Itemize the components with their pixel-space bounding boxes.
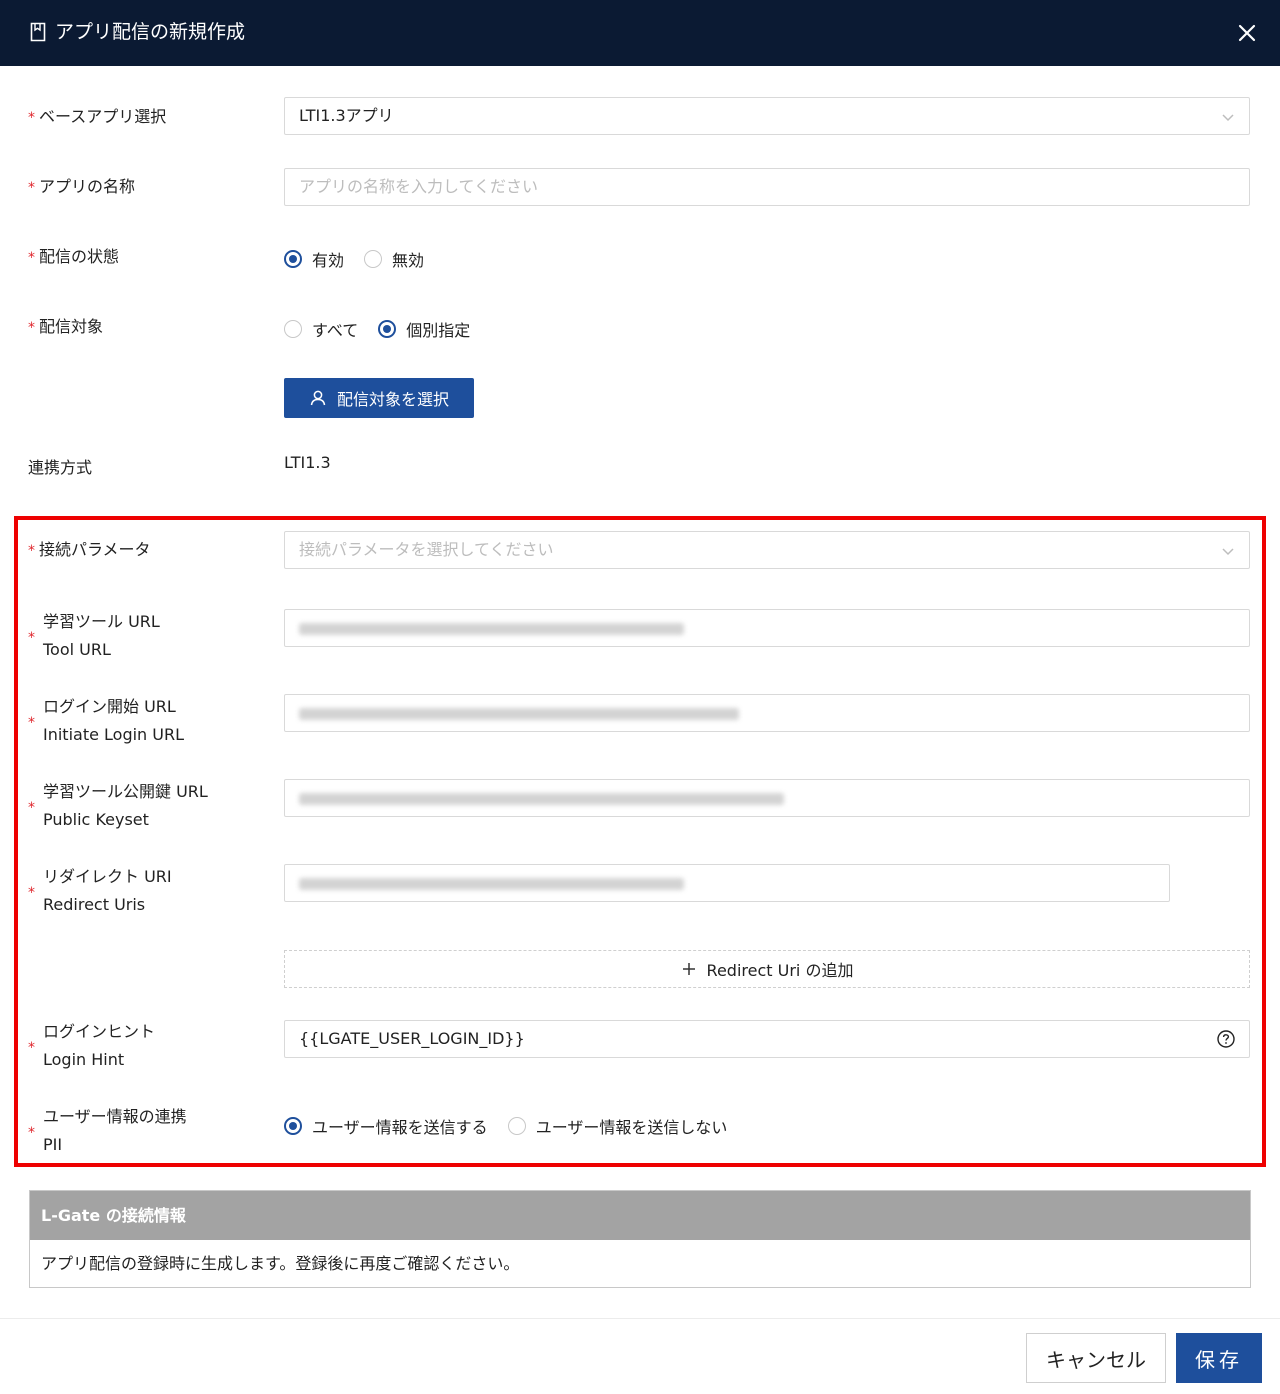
select-target-button[interactable]: 配信対象を選択: [284, 378, 474, 418]
pii-label-ja: ユーザー情報の連携: [43, 1107, 187, 1126]
tool-url-input[interactable]: [284, 609, 1250, 647]
base-app-label: * ベースアプリ選択: [28, 107, 167, 126]
redacted-value: [299, 878, 684, 890]
redacted-value: [299, 708, 739, 720]
radio-unchecked-icon: [507, 1117, 526, 1135]
close-icon[interactable]: [1234, 20, 1260, 46]
tool-url-label-en: Tool URL: [43, 640, 111, 659]
cancel-button[interactable]: キャンセル: [1026, 1333, 1166, 1383]
status-radio-disabled[interactable]: 無効: [364, 247, 424, 271]
add-redirect-uri-button[interactable]: Redirect Uri の追加: [284, 950, 1250, 988]
login-url-label-en: Initiate Login URL: [43, 725, 185, 744]
connection-info-panel: L-Gate の接続情報 アプリ配信の登録時に生成します。登録後に再度ご確認くだ…: [29, 1190, 1251, 1288]
login-url-input[interactable]: [284, 694, 1250, 732]
dialog-header: アプリ配信の新規作成: [0, 0, 1280, 66]
keyset-label-en: Public Keyset: [43, 810, 149, 829]
required-mark: *: [28, 630, 35, 646]
chevron-down-icon: [1222, 548, 1234, 556]
link-method-value: LTI1.3: [284, 453, 331, 472]
login-hint-label-en: Login Hint: [43, 1050, 125, 1069]
app-name-placeholder: アプリの名称を入力してください: [299, 177, 539, 196]
login-hint-input[interactable]: {{LGATE_USER_LOGIN_ID}}: [284, 1020, 1250, 1058]
document-icon: [30, 22, 46, 42]
tool-url-label-ja: 学習ツール URL: [43, 612, 160, 631]
redacted-value: [299, 793, 784, 805]
conn-param-select[interactable]: 接続パラメータを選択してください: [284, 531, 1250, 569]
required-mark: *: [28, 885, 35, 901]
target-label: * 配信対象: [28, 317, 104, 336]
redirect-label-ja: リダイレクト URI: [43, 867, 172, 886]
connection-info-title: L-Gate の接続情報: [30, 1191, 1250, 1240]
pii-label-en: PII: [43, 1135, 63, 1154]
login-url-label-ja: ログイン開始 URL: [43, 697, 176, 716]
pii-radio-no-send[interactable]: ユーザー情報を送信しない: [507, 1114, 727, 1138]
app-name-input[interactable]: アプリの名称を入力してください: [284, 168, 1250, 206]
status-radio-group: 有効 無効: [284, 247, 444, 271]
required-mark: *: [28, 800, 35, 816]
login-hint-value: {{LGATE_USER_LOGIN_ID}}: [299, 1029, 525, 1048]
base-app-select[interactable]: LTI1.3アプリ: [284, 97, 1250, 135]
status-radio-enabled[interactable]: 有効: [284, 247, 344, 271]
base-app-value: LTI1.3アプリ: [299, 106, 394, 125]
chevron-down-icon: [1222, 114, 1234, 122]
save-button[interactable]: 保存: [1176, 1333, 1262, 1383]
radio-checked-icon: [378, 320, 397, 338]
pii-radio-group: ユーザー情報を送信する ユーザー情報を送信しない: [284, 1114, 747, 1138]
radio-unchecked-icon: [364, 250, 383, 268]
help-icon[interactable]: [1217, 1030, 1235, 1048]
pii-radio-send[interactable]: ユーザー情報を送信する: [284, 1114, 488, 1138]
user-icon: [310, 390, 326, 406]
dialog-title: アプリ配信の新規作成: [55, 21, 246, 43]
target-radio-group: すべて 個別指定: [284, 317, 490, 341]
target-radio-individual[interactable]: 個別指定: [378, 317, 470, 341]
link-method-label: 連携方式: [28, 458, 93, 477]
radio-checked-icon: [284, 250, 302, 268]
status-label: * 配信の状態: [28, 247, 120, 266]
footer-divider: [0, 1318, 1280, 1319]
app-name-label: * アプリの名称: [28, 177, 136, 196]
conn-param-label: * 接続パラメータ: [28, 540, 151, 559]
required-mark: *: [28, 1125, 35, 1141]
redirect-label-en: Redirect Uris: [43, 895, 146, 914]
radio-checked-icon: [284, 1117, 302, 1135]
radio-unchecked-icon: [284, 320, 302, 338]
conn-param-placeholder: 接続パラメータを選択してください: [299, 540, 554, 559]
required-mark: *: [28, 715, 35, 731]
redirect-uri-input[interactable]: [284, 864, 1170, 902]
connection-info-body: アプリ配信の登録時に生成します。登録後に再度ご確認ください。: [41, 1254, 520, 1273]
target-radio-all[interactable]: すべて: [284, 317, 358, 341]
login-hint-label-ja: ログインヒント: [43, 1022, 156, 1041]
keyset-input[interactable]: [284, 779, 1250, 817]
keyset-label-ja: 学習ツール公開鍵 URL: [43, 782, 208, 801]
plus-icon: [682, 963, 695, 975]
required-mark: *: [28, 1040, 35, 1056]
redacted-value: [299, 623, 684, 635]
